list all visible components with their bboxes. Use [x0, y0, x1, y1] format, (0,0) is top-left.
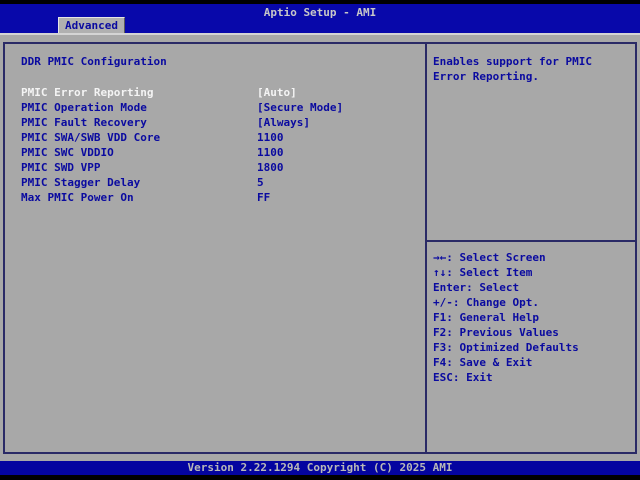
- hotkey-row: F3: Optimized Defaults: [433, 341, 579, 354]
- bios-option-row[interactable]: PMIC Operation Mode [Secure Mode]: [21, 100, 425, 115]
- hotkey-row: ↑↓: Select Item: [433, 266, 533, 279]
- option-value[interactable]: [Always]: [257, 115, 310, 130]
- bios-option-row[interactable]: PMIC Stagger Delay 5: [21, 175, 425, 190]
- options-pane: DDR PMIC Configuration PMIC Error Report…: [5, 44, 425, 452]
- option-label: PMIC SWD VPP: [21, 161, 101, 174]
- help-pane: Enables support for PMIC Error Reporting…: [425, 44, 635, 452]
- hotkey-row: ESC: Exit: [433, 371, 493, 384]
- option-value[interactable]: [Auto]: [257, 85, 297, 100]
- hotkey-row: F4: Save & Exit: [433, 356, 533, 369]
- option-label: PMIC Fault Recovery: [21, 116, 147, 129]
- option-value[interactable]: FF: [257, 190, 270, 205]
- option-label: PMIC Error Reporting: [21, 86, 154, 99]
- option-value[interactable]: 1100: [257, 130, 284, 145]
- hotkey-row: Enter: Select: [433, 281, 520, 294]
- option-value[interactable]: 5: [257, 175, 264, 190]
- help-text-panel: Enables support for PMIC Error Reporting…: [427, 44, 635, 242]
- option-value[interactable]: 1800: [257, 160, 284, 175]
- hotkey-row: F2: Previous Values: [433, 326, 559, 339]
- hotkey-legend: →←: Select Screen ↑↓: Select Item Enter: S…: [427, 242, 635, 385]
- main-box: DDR PMIC Configuration PMIC Error Report…: [3, 42, 637, 454]
- option-value[interactable]: 1100: [257, 145, 284, 160]
- bios-option-row[interactable]: PMIC Error Reporting [Auto]: [21, 85, 425, 100]
- version-text: Version 2.22.1294 Copyright (C) 2025 AMI: [187, 461, 453, 474]
- help-text: Enables support for PMIC Error Reporting…: [433, 55, 592, 83]
- option-label: PMIC Operation Mode: [21, 101, 147, 114]
- bios-option-row[interactable]: PMIC SWD VPP 1800: [21, 160, 425, 175]
- tab-advanced[interactable]: Advanced: [58, 17, 125, 33]
- bios-setup-screen: Aptio Setup - AMI Advanced DDR PMIC Conf…: [0, 0, 640, 480]
- option-label: PMIC SWA/SWB VDD Core: [21, 131, 161, 144]
- footer-bar: Version 2.22.1294 Copyright (C) 2025 AMI: [0, 461, 640, 475]
- bios-option-row[interactable]: PMIC Fault Recovery [Always]: [21, 115, 425, 130]
- bios-option-row[interactable]: PMIC SWC VDDIO 1100: [21, 145, 425, 160]
- hotkey-row: →←: Select Screen: [433, 251, 546, 264]
- hotkey-row: F1: General Help: [433, 311, 539, 324]
- section-title: DDR PMIC Configuration: [21, 55, 167, 68]
- option-label: Max PMIC Power On: [21, 191, 134, 204]
- option-label: PMIC SWC VDDIO: [21, 146, 114, 159]
- header-bar: Aptio Setup - AMI Advanced: [0, 4, 640, 33]
- bios-option-row[interactable]: PMIC SWA/SWB VDD Core 1100: [21, 130, 425, 145]
- bios-option-row[interactable]: Max PMIC Power On FF: [21, 190, 425, 205]
- options-list: PMIC Error Reporting [Auto] PMIC Operati…: [21, 85, 425, 205]
- option-label: PMIC Stagger Delay: [21, 176, 141, 189]
- option-value[interactable]: [Secure Mode]: [257, 100, 343, 115]
- hotkey-row: +/-: Change Opt.: [433, 296, 539, 309]
- workspace: DDR PMIC Configuration PMIC Error Report…: [0, 33, 640, 461]
